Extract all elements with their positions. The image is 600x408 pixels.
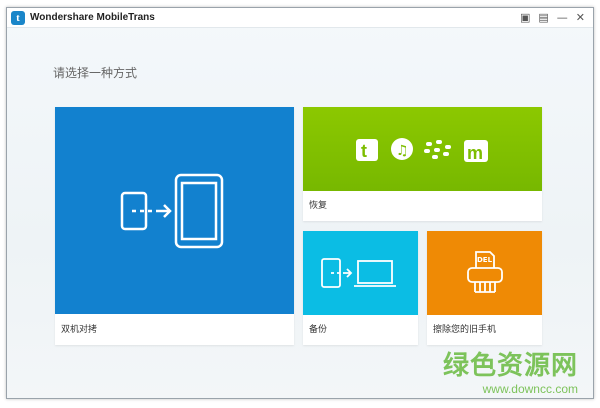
register-icon[interactable]: ▤ <box>538 11 548 24</box>
app-title: Wondershare MobileTrans <box>30 12 155 23</box>
app-window: t Wondershare MobileTrans ▣ ▤ — ✕ 请选择一种方… <box>6 7 594 399</box>
page-prompt: 请选择一种方式 <box>53 66 138 80</box>
svg-text:♫: ♫ <box>396 143 409 159</box>
close-button[interactable]: ✕ <box>576 11 585 24</box>
svg-text:m: m <box>467 143 483 162</box>
feedback-icon[interactable]: ▣ <box>520 11 530 24</box>
watermark: 绿色资源网 www.downcc.com <box>442 351 578 396</box>
tile-label: 恢复 <box>309 201 328 211</box>
shredder-icon: DEL <box>466 251 503 293</box>
title-bar: t Wondershare MobileTrans ▣ ▤ — ✕ <box>7 8 593 28</box>
tile-phone-to-phone[interactable]: 双机对拷 <box>55 107 294 345</box>
app-logo-icon: t <box>11 10 25 25</box>
blackberry-icon <box>423 140 451 159</box>
tile-erase-old-phone[interactable]: DEL 擦除您的旧手机 <box>427 231 542 345</box>
tile-label: 擦除您的旧手机 <box>433 325 497 335</box>
itunes-icon: ♫ <box>390 138 413 160</box>
tile-restore[interactable]: t ♫ m 恢复 <box>303 107 542 221</box>
phone-transfer-icon <box>120 173 223 248</box>
svg-text:DEL: DEL <box>477 256 493 264</box>
tile-label: 双机对拷 <box>61 325 98 335</box>
minimize-button[interactable]: — <box>557 11 568 24</box>
tile-backup[interactable]: 备份 <box>303 231 418 345</box>
mobilego-icon: m <box>463 140 488 162</box>
mobiletrans-icon: t <box>355 139 378 161</box>
svg-text:t: t <box>361 141 367 161</box>
tile-label: 备份 <box>309 325 328 335</box>
backup-to-computer-icon <box>320 258 396 288</box>
